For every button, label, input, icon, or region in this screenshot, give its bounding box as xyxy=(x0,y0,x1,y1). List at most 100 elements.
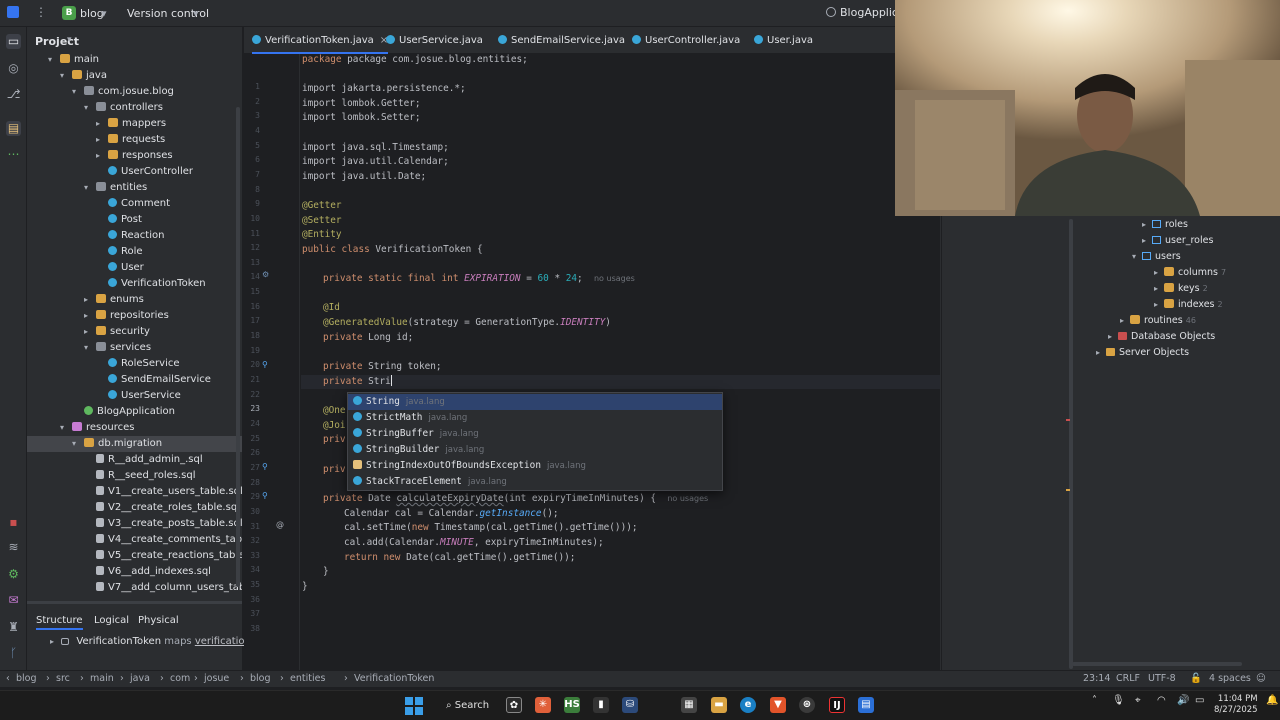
edge-icon[interactable]: e xyxy=(740,697,756,713)
github-icon[interactable]: ⊛ xyxy=(799,697,815,713)
breadcrumb-item[interactable]: blog xyxy=(250,673,271,684)
tree-scrollbar[interactable] xyxy=(236,107,240,587)
chevron-down-icon[interactable]: ▾ xyxy=(84,340,88,356)
problems-icon[interactable]: ✉ xyxy=(6,593,21,608)
inspection-icon[interactable]: ☺ xyxy=(1256,673,1266,684)
tree-item[interactable]: ▸ security xyxy=(27,324,242,340)
project-badge[interactable]: B xyxy=(62,6,76,20)
tree-item[interactable]: RoleService xyxy=(27,356,242,372)
tree-item[interactable]: R__add_admin_.sql xyxy=(27,452,242,468)
panel-title[interactable]: Project xyxy=(35,35,79,48)
chevron-down-icon[interactable]: ▾ xyxy=(72,84,76,100)
tree-item[interactable]: V4__create_comments_table.s xyxy=(27,532,242,548)
store-icon[interactable]: ▦ xyxy=(681,697,697,713)
breadcrumb-item[interactable]: josue xyxy=(204,673,229,684)
chevron-right-icon[interactable]: ▸ xyxy=(84,324,88,340)
chevron-down-icon[interactable]: ▾ xyxy=(72,436,76,452)
tree-item[interactable]: User xyxy=(27,260,242,276)
completion-item[interactable]: StrictMath java.lang xyxy=(348,410,722,426)
tree-item[interactable]: Role xyxy=(27,244,242,260)
chevron-down-icon[interactable]: ▾ xyxy=(1132,252,1136,261)
tree-item[interactable]: V6__add_indexes.sql xyxy=(27,564,242,580)
settings-icon[interactable]: ⚙ xyxy=(6,567,21,582)
tab-user[interactable]: User.java xyxy=(754,27,813,54)
chevron-down-icon[interactable]: ▾ xyxy=(101,7,107,20)
db-column-gutter-icon[interactable]: ⚲ xyxy=(262,462,268,471)
brave-icon[interactable]: ▼ xyxy=(770,697,786,713)
completion-item[interactable]: String java.lang xyxy=(348,394,722,410)
tree-item[interactable]: R__seed_roles.sql xyxy=(27,468,242,484)
completion-item[interactable]: StringBuilder java.lang xyxy=(348,442,722,458)
db-tree-item[interactable]: ▸ user_roles xyxy=(1142,233,1213,249)
completion-item[interactable]: StringBuffer java.lang xyxy=(348,426,722,442)
start-button[interactable] xyxy=(405,697,423,715)
tree-item[interactable]: V5__create_reactions_table.s xyxy=(27,548,242,564)
tree-item[interactable]: ▸ responses xyxy=(27,148,242,164)
tree-item[interactable]: Comment xyxy=(27,196,242,212)
chatgpt-icon[interactable]: ✿ xyxy=(506,697,522,713)
chevron-down-icon[interactable]: ▾ xyxy=(60,68,64,84)
location-icon[interactable]: ⌖ xyxy=(1135,695,1141,706)
chevron-right-icon[interactable]: ▸ xyxy=(1154,300,1158,309)
chevron-down-icon[interactable]: ▾ xyxy=(48,52,52,68)
breadcrumb-item[interactable]: src xyxy=(56,673,70,684)
usage-hint[interactable]: no usages xyxy=(667,494,708,503)
chevron-right-icon[interactable]: ▸ xyxy=(1154,268,1158,277)
terminal-icon[interactable]: ≋ xyxy=(6,540,21,555)
db-hscrollbar[interactable] xyxy=(1072,662,1242,666)
tree-item[interactable]: ▾ main xyxy=(27,52,242,68)
breadcrumb-item[interactable]: VerificationToken xyxy=(354,673,434,684)
db-tree-item[interactable]: ▸ indexes 2 xyxy=(1154,297,1223,313)
tree-item[interactable]: SendEmailService xyxy=(27,372,242,388)
tree-item[interactable]: VerificationToken xyxy=(27,276,242,292)
tree-item[interactable]: Post xyxy=(27,212,242,228)
chevron-down-icon[interactable]: ▾ xyxy=(67,35,72,45)
battery-icon[interactable]: ▭ xyxy=(1195,695,1204,706)
warning-marker[interactable] xyxy=(1066,489,1070,491)
usage-hint[interactable]: no usages xyxy=(594,274,635,283)
chevron-right-icon[interactable]: ▸ xyxy=(1096,348,1100,357)
db-tree-item[interactable]: ▸ roles xyxy=(1142,217,1188,233)
tree-item[interactable]: UserController xyxy=(27,164,242,180)
completion-item[interactable]: StringIndexOutOfBoundsException java.lang xyxy=(348,458,722,474)
chevron-right-icon[interactable]: ▸ xyxy=(1142,236,1146,245)
tree-item[interactable]: ▾ resources xyxy=(27,420,242,436)
file-explorer-icon[interactable]: ▬ xyxy=(711,697,727,713)
tree-item[interactable]: ▾ entities xyxy=(27,180,242,196)
chevron-right-icon[interactable]: ▸ xyxy=(1108,332,1112,341)
breadcrumb-item[interactable]: entities xyxy=(290,673,325,684)
chevron-down-icon[interactable]: ▾ xyxy=(193,7,199,20)
chevron-down-icon[interactable]: ▾ xyxy=(84,180,88,196)
clock[interactable]: 11:04 PM 8/27/2025 xyxy=(1214,694,1258,716)
microphone-icon[interactable]: 🎙 xyxy=(1112,695,1125,706)
volume-icon[interactable]: 🔊 xyxy=(1177,695,1189,706)
project-tool-icon[interactable]: ▭ xyxy=(6,34,21,49)
tree-item[interactable]: V7__add_column_users_table. xyxy=(27,580,242,596)
tree-item[interactable]: ▾ controllers xyxy=(27,100,242,116)
line-separator[interactable]: CRLF xyxy=(1116,673,1140,684)
tree-item[interactable]: ▾ services xyxy=(27,340,242,356)
tree-item[interactable]: UserService xyxy=(27,388,242,404)
tree-item[interactable]: V1__create_users_table.sql xyxy=(27,484,242,500)
services-icon[interactable]: ▪ xyxy=(6,515,21,530)
db-tree-item[interactable]: ▸ routines 46 xyxy=(1120,313,1196,329)
caret-position[interactable]: 23:14 xyxy=(1083,673,1110,684)
heidisql-icon[interactable]: HS xyxy=(564,697,580,713)
code-area[interactable]: package package com.josue.blog.entities;… xyxy=(244,27,708,592)
breadcrumb-item[interactable]: main xyxy=(90,673,114,684)
intellij-icon[interactable]: IJ xyxy=(829,697,845,713)
db-tree-item[interactable]: ▸ Server Objects xyxy=(1096,345,1189,361)
tab-physical[interactable]: Physical xyxy=(138,615,179,626)
tree-hscrollbar[interactable] xyxy=(27,601,242,604)
chevron-right-icon[interactable]: ▸ xyxy=(96,132,100,148)
hamburger-icon[interactable]: ⋮ xyxy=(35,5,47,19)
tree-item[interactable]: Reaction xyxy=(27,228,242,244)
indent-setting[interactable]: 4 spaces xyxy=(1209,673,1251,684)
chevron-right-icon[interactable]: ▸ xyxy=(96,116,100,132)
tree-item[interactable]: ▸ enums xyxy=(27,292,242,308)
terminal-app-icon[interactable]: ▮ xyxy=(593,697,609,713)
chevron-down-icon[interactable]: ▾ xyxy=(60,420,64,436)
chevron-right-icon[interactable]: ▸ xyxy=(84,292,88,308)
notepad-icon[interactable]: ▤ xyxy=(858,697,874,713)
db-tree-item[interactable]: ▸ columns 7 xyxy=(1154,265,1226,281)
